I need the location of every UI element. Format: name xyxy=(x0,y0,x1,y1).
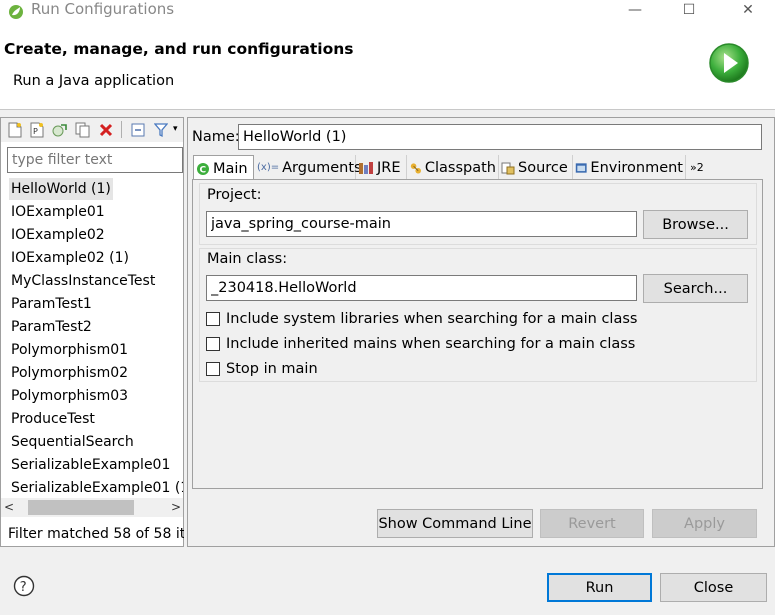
config-list-item[interactable]: Polymorphism02 xyxy=(9,362,130,384)
tab-jre-label: JRE xyxy=(377,159,401,176)
filter-status: Filter matched 58 of 58 items xyxy=(8,526,184,542)
minimize-button[interactable]: — xyxy=(612,0,658,20)
tab-environment-label: Environment xyxy=(590,159,683,176)
filter-dropdown-icon[interactable]: ▾ xyxy=(173,124,178,134)
main-class-field[interactable] xyxy=(206,275,637,301)
main-class-label: Main class: xyxy=(207,251,288,267)
config-list-item[interactable]: IOExample02 (1) xyxy=(9,247,131,269)
config-tabs: C Main (x)= Arguments JRE Classpath Sour… xyxy=(193,155,763,181)
name-label: Name: xyxy=(192,129,240,145)
revert-button[interactable]: Revert xyxy=(540,509,644,538)
tab-overflow[interactable]: »2 xyxy=(688,155,712,180)
apply-button[interactable]: Apply xyxy=(652,509,757,538)
include-inherited-mains-label: Include inherited mains when searching f… xyxy=(226,336,636,352)
include-system-libraries-checkbox[interactable] xyxy=(206,312,220,326)
scroll-left-icon[interactable]: < xyxy=(4,500,14,514)
svg-text:?: ? xyxy=(20,580,27,595)
svg-text:P: P xyxy=(33,127,38,136)
tab-source-label: Source xyxy=(518,159,568,176)
maximize-icon: ☐ xyxy=(682,2,696,18)
stop-in-main-checkbox[interactable] xyxy=(206,362,220,376)
config-list-item[interactable]: HelloWorld (1) xyxy=(9,178,113,200)
tab-main-label: Main xyxy=(213,160,248,177)
stop-in-main-label: Stop in main xyxy=(226,361,318,377)
main-tab-icon: C xyxy=(197,162,209,175)
environment-icon xyxy=(575,162,587,173)
config-list-item[interactable]: ParamTest2 xyxy=(9,316,94,338)
svg-text:C: C xyxy=(200,165,207,175)
close-window-button[interactable]: ✕ xyxy=(725,0,771,20)
show-command-line-button[interactable]: Show Command Line xyxy=(377,509,533,538)
window-title: Run Configurations xyxy=(31,0,175,18)
classpath-icon xyxy=(410,162,421,174)
tab-arguments-label: Arguments xyxy=(282,159,362,176)
config-list-item[interactable]: ProduceTest xyxy=(9,408,97,430)
config-list-item[interactable]: SerializableExample01 xyxy=(9,454,172,476)
run-button[interactable]: Run xyxy=(547,573,652,602)
include-system-libraries-option[interactable]: Include system libraries when searching … xyxy=(206,308,637,330)
jre-icon xyxy=(359,161,373,174)
filter-field[interactable] xyxy=(7,147,183,173)
config-list-item[interactable]: SequentialSearch xyxy=(9,431,136,453)
banner-subtitle: Run a Java application xyxy=(13,73,175,89)
export-config-icon[interactable] xyxy=(51,121,68,138)
include-inherited-mains-option[interactable]: Include inherited mains when searching f… xyxy=(206,333,635,355)
eclipse-spring-icon xyxy=(9,5,23,19)
tab-main[interactable]: C Main xyxy=(193,155,254,181)
project-input[interactable] xyxy=(207,212,636,236)
project-field[interactable] xyxy=(206,211,637,237)
tab-classpath[interactable]: Classpath xyxy=(407,155,499,180)
tab-jre[interactable]: JRE xyxy=(356,155,407,180)
new-config-icon[interactable] xyxy=(6,121,23,138)
config-list-item[interactable]: Polymorphism03 xyxy=(9,385,130,407)
config-list-item[interactable]: IOExample01 xyxy=(9,201,107,223)
scroll-right-icon[interactable]: > xyxy=(171,500,181,514)
duplicate-config-icon[interactable] xyxy=(74,121,91,138)
tab-environment[interactable]: Environment xyxy=(573,155,686,180)
more-tabs-icon: »2 xyxy=(690,161,704,174)
name-field[interactable] xyxy=(238,124,762,150)
name-input[interactable] xyxy=(239,125,761,149)
banner-title: Create, manage, and run configurations xyxy=(4,40,354,58)
project-label: Project: xyxy=(207,187,262,203)
run-banner-icon xyxy=(709,43,749,83)
help-icon[interactable]: ? xyxy=(13,575,35,597)
close-button[interactable]: Close xyxy=(660,573,767,602)
browse-button[interactable]: Browse... xyxy=(643,210,748,239)
config-list-item[interactable]: SerializableExample01 (1) xyxy=(9,477,183,498)
search-button[interactable]: Search... xyxy=(643,274,748,303)
config-list-item[interactable]: MyClassInstanceTest xyxy=(9,270,157,292)
include-system-libraries-label: Include system libraries when searching … xyxy=(226,311,638,327)
scrollbar-thumb[interactable] xyxy=(28,500,134,515)
close-icon: ✕ xyxy=(742,2,754,18)
arguments-icon: (x)= xyxy=(257,162,280,173)
new-prototype-icon[interactable]: P xyxy=(28,121,45,138)
tab-arguments[interactable]: (x)= Arguments xyxy=(255,155,362,180)
tab-source[interactable]: Source xyxy=(499,155,573,180)
config-list-item[interactable]: IOExample02 xyxy=(9,224,107,246)
tab-classpath-label: Classpath xyxy=(424,159,496,176)
filter-input[interactable] xyxy=(8,148,182,172)
collapse-all-icon[interactable] xyxy=(129,121,146,138)
include-inherited-mains-checkbox[interactable] xyxy=(206,337,220,351)
source-icon xyxy=(501,162,515,174)
delete-config-icon[interactable] xyxy=(97,121,114,138)
config-list-item[interactable]: Polymorphism01 xyxy=(9,339,130,361)
maximize-button[interactable]: ☐ xyxy=(666,0,712,20)
toolbar-separator xyxy=(121,121,122,138)
filter-icon[interactable] xyxy=(152,121,169,138)
main-class-input[interactable] xyxy=(207,276,636,300)
stop-in-main-option[interactable]: Stop in main xyxy=(206,358,318,380)
minimize-icon: — xyxy=(628,2,642,18)
config-list: HelloWorld (1) IOExample01 IOExample02 IOEx… xyxy=(1,176,183,498)
config-list-item[interactable]: ParamTest1 xyxy=(9,293,94,315)
